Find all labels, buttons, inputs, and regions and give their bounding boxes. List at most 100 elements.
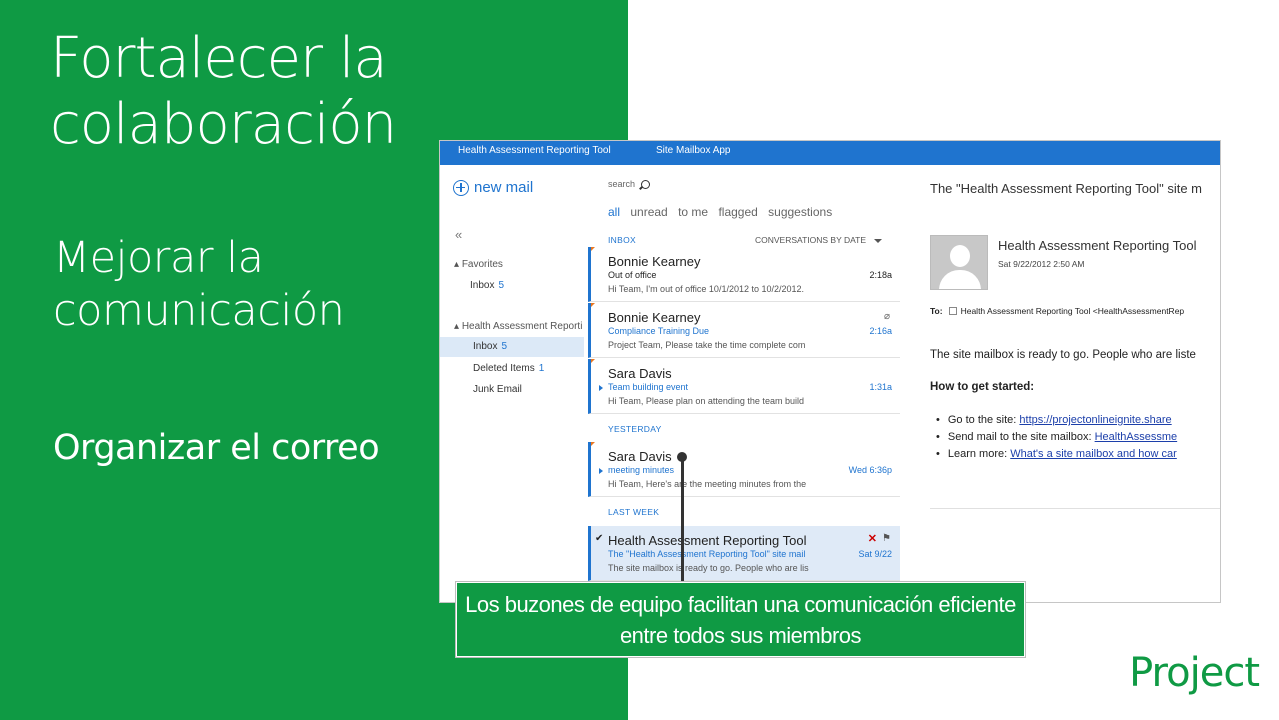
paperclip-icon: ⌀	[883, 311, 890, 322]
callout-pointer-dot	[677, 452, 687, 462]
message-subject: The "Health Assessment Reporting Tool" s…	[608, 549, 806, 559]
yesterday-section-label: YESTERDAY	[608, 424, 662, 434]
body-text: The site mailbox is ready to go. People …	[930, 349, 1196, 361]
flag-icon[interactable]: ⚑	[882, 533, 891, 544]
message-item[interactable]: Sara Davis Team building event Hi Team, …	[588, 359, 900, 414]
message-preview: Hi Team, Here's are the meeting minutes …	[608, 479, 807, 489]
callout-box: Los buzones de equipo facilitan una comu…	[456, 582, 1025, 657]
how-to-heading: How to get started:	[930, 381, 1035, 393]
avatar-body	[939, 270, 981, 289]
delete-icon[interactable]: ✕	[868, 532, 877, 545]
filter-bar: all unread to me flagged suggestions	[608, 205, 839, 219]
list-item: Go to the site: https://projectonlineign…	[936, 414, 1177, 431]
learn-more-link[interactable]: What's a site mailbox and how car	[1010, 448, 1177, 460]
message-time: Sat 9/22	[858, 549, 892, 559]
importance-marker-icon	[591, 359, 595, 366]
mailbox-link[interactable]: HealthAssessme	[1095, 431, 1178, 443]
favorites-label: Favorites	[461, 259, 503, 270]
recipient-checkbox[interactable]	[948, 307, 957, 315]
folder-inbox[interactable]: Inbox 5	[440, 337, 584, 357]
message-time: Wed 6:36p	[848, 465, 892, 475]
reading-pane: The "Health Assessment Reporting Tool" s…	[902, 165, 1220, 602]
importance-marker-icon	[591, 303, 595, 310]
message-subject: Team building event	[608, 382, 689, 392]
brand-logo: Project	[1129, 650, 1260, 696]
unread-count: 5	[498, 280, 505, 291]
message-sender: Bonnie Kearney	[608, 254, 701, 269]
message-preview: Hi Team, I'm out of office 10/1/2012 to …	[608, 284, 805, 294]
plus-circle-icon	[453, 179, 469, 196]
sub-heading: Mejorar la comunicación	[53, 233, 345, 336]
filter-unread[interactable]: unread	[630, 205, 667, 219]
sent-date: Sat 9/22/2012 2:50 AM	[998, 259, 1085, 269]
importance-marker-icon	[591, 247, 595, 254]
message-subject: Out of office	[608, 270, 657, 280]
message-item[interactable]: ✔ Health Assessment Reporting Tool The "…	[588, 526, 900, 581]
tab-health-assessment[interactable]: Health Assessment Reporting Tool	[458, 145, 611, 156]
message-item[interactable]: Bonnie Kearney Out of office Hi Team, I'…	[588, 247, 900, 302]
folder-label: Inbox	[470, 280, 495, 291]
callout-pointer	[681, 456, 684, 584]
checkmark-icon[interactable]: ✔	[595, 533, 603, 544]
inbox-section-label: INBOX	[608, 235, 636, 245]
avatar-head	[950, 245, 970, 267]
favorites-inbox[interactable]: Inbox 5	[470, 280, 504, 291]
message-subject: Compliance Training Due	[608, 326, 710, 336]
to-recipient[interactable]: Health Assessment Reporting Tool <Health…	[961, 306, 1185, 316]
to-label: To:	[930, 306, 943, 316]
outlook-window: Health Assessment Reporting Tool Site Ma…	[439, 140, 1221, 603]
filter-suggestions[interactable]: suggestions	[768, 205, 832, 219]
message-time: 1:31a	[869, 382, 892, 392]
site-link[interactable]: https://projectonlineignite.share	[1019, 414, 1171, 426]
filter-all[interactable]: all	[608, 205, 620, 219]
list-item: Send mail to the site mailbox: HealthAss…	[936, 431, 1177, 448]
message-sender: Sara Davis	[608, 449, 672, 464]
chevron-down-icon	[874, 238, 882, 243]
message-preview: The site mailbox is ready to go. People …	[608, 563, 809, 573]
bullet-text: Send mail to the site mailbox:	[947, 431, 1095, 443]
instructions-list: Go to the site: https://projectonlineign…	[936, 414, 1177, 465]
message-sender: Health Assessment Reporting Tool	[608, 533, 807, 548]
message-preview: Project Team, Please take the time compl…	[608, 340, 806, 350]
search-box[interactable]: search	[608, 179, 651, 189]
collapse-pane-icon[interactable]: «	[455, 227, 462, 242]
message-item[interactable]: Sara Davis meeting minutes Hi Team, Here…	[588, 442, 900, 497]
message-list-pane: search all unread to me flagged suggesti…	[588, 165, 900, 602]
filter-flagged[interactable]: flagged	[718, 205, 757, 219]
folder-label: Junk Email	[473, 384, 522, 395]
mailbox-group[interactable]: ▴ Health Assessment Reporti	[454, 321, 582, 332]
message-item[interactable]: Bonnie Kearney Compliance Training Due P…	[588, 303, 900, 358]
message-sender: Bonnie Kearney	[608, 310, 701, 325]
search-placeholder: search	[608, 179, 636, 189]
new-mail-label: new mail	[474, 179, 534, 196]
favorites-group[interactable]: ▴ Favorites	[454, 259, 503, 270]
search-icon[interactable]	[641, 179, 651, 189]
bullet-text: Learn more:	[947, 448, 1011, 460]
bullet-text: Go to the site:	[947, 414, 1020, 426]
folder-deleted-items[interactable]: Deleted Items 1	[473, 363, 544, 374]
message-subject: meeting minutes	[608, 465, 675, 475]
unread-count: 1	[538, 363, 545, 374]
sort-label: CONVERSATIONS BY DATE	[755, 235, 866, 245]
new-mail-button[interactable]: new mail	[453, 179, 533, 196]
message-preview: Hi Team, Please plan on attending the te…	[608, 396, 804, 406]
to-line: To: Health Assessment Reporting Tool <Hea…	[930, 306, 1184, 316]
sender-avatar	[930, 235, 988, 290]
message-time: 2:18a	[869, 270, 892, 280]
filter-to-me[interactable]: to me	[678, 205, 708, 219]
unread-count: 5	[501, 341, 508, 352]
folder-label: Inbox	[473, 341, 498, 352]
folder-label: Deleted Items	[473, 363, 535, 374]
divider	[930, 508, 1220, 509]
sender-name[interactable]: Health Assessment Reporting Tool	[998, 238, 1196, 253]
tab-site-mailbox-app[interactable]: Site Mailbox App	[656, 145, 731, 156]
message-sender: Sara Davis	[608, 366, 672, 381]
expand-conversation-icon[interactable]	[599, 385, 603, 391]
reading-subject: The "Health Assessment Reporting Tool" s…	[930, 181, 1203, 196]
expand-conversation-icon[interactable]	[599, 468, 603, 474]
sort-dropdown[interactable]: CONVERSATIONS BY DATE	[755, 235, 882, 245]
message-time: 2:16a	[869, 326, 892, 336]
list-item: Learn more: What's a site mailbox and ho…	[936, 448, 1177, 465]
last-week-section-label: LAST WEEK	[608, 507, 660, 517]
folder-junk-email[interactable]: Junk Email	[473, 384, 522, 395]
